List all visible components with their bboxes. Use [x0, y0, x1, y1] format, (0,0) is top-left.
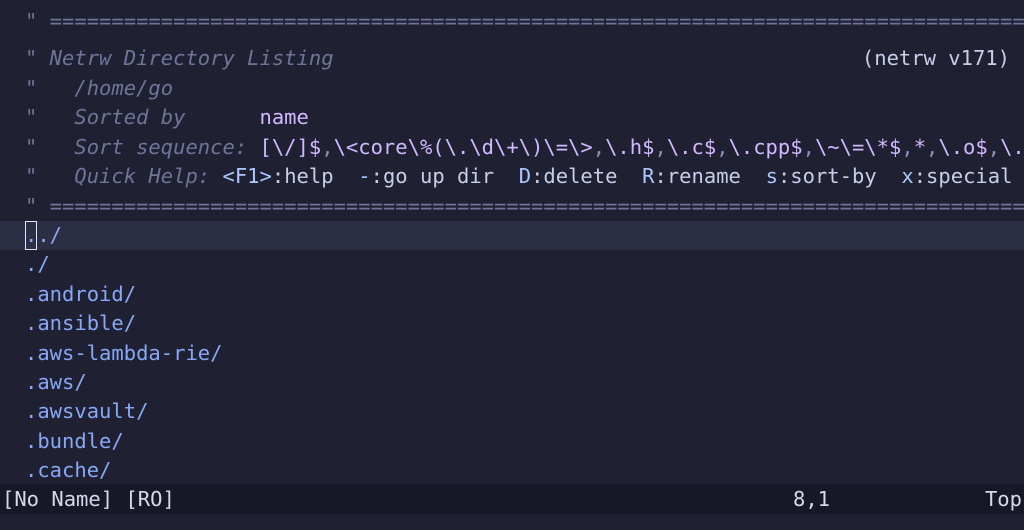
- text-cursor: .: [25, 221, 38, 251]
- banner-sort-sequence-line: " Sort sequence: [\/]$,\<core\%(\.\d\+\)…: [0, 133, 1024, 162]
- cursor-position: 8,1: [793, 487, 831, 511]
- directory-entry-label: .android/: [25, 281, 137, 306]
- statusline: [No Name] [RO] 8,1 Top: [0, 484, 1024, 514]
- banner-rule-bottom: " ======================================…: [25, 193, 1024, 218]
- directory-entry[interactable]: .aws-lambda-rie/: [0, 339, 1024, 368]
- banner-rule-top: " ======================================…: [25, 9, 1024, 33]
- quick-help-key: s: [765, 164, 778, 188]
- directory-entry-label: ./: [25, 252, 50, 277]
- buffer-name: [No Name] [RO]: [2, 487, 175, 511]
- quick-help-desc: :delete: [531, 164, 643, 188]
- banner-path-line: " /home/go: [25, 75, 174, 100]
- quick-help-desc: :help: [271, 164, 359, 188]
- sort-sequence-label: " Sort sequence:: [25, 134, 260, 159]
- directory-entry-label: .awsvault/: [25, 399, 149, 424]
- command-line[interactable]: [0, 514, 1024, 530]
- quick-help-desc: :rename: [654, 164, 766, 188]
- quick-help-key: R: [642, 164, 655, 188]
- quick-help-key: -: [358, 164, 371, 188]
- directory-entry[interactable]: .ansible/: [0, 309, 1024, 338]
- directory-entry[interactable]: .cache/: [0, 456, 1024, 485]
- sorted-by-value: name: [259, 105, 309, 129]
- directory-entry[interactable]: ./: [0, 250, 1024, 279]
- quick-help-key: x: [901, 164, 914, 188]
- sort-sequence-value: [\/]$,\<core\%(\.\d\+\)\=\>,\.h$,\.c$,\.…: [259, 134, 1024, 159]
- current-path: /home/go: [74, 75, 174, 100]
- banner-quick-help-line: " Quick Help: <F1>:help -:go up dir D:de…: [0, 162, 1024, 191]
- directory-entry[interactable]: .awsvault/: [0, 397, 1024, 426]
- quick-help-key: <F1>: [222, 164, 272, 188]
- quick-help-label: " Quick Help:: [25, 164, 223, 188]
- quick-help-key: D: [518, 164, 532, 188]
- scroll-indicator: Top: [984, 487, 1022, 511]
- netrw-version: (netrw v171): [861, 46, 1010, 70]
- directory-entry-label: .ansible/: [25, 311, 137, 336]
- banner-title: " Netrw Directory Listing: [25, 46, 334, 70]
- quick-help-desc: :sort-by: [777, 164, 902, 188]
- directory-entry[interactable]: .aws/: [0, 368, 1024, 397]
- directory-entry[interactable]: .bundle/: [0, 427, 1024, 456]
- directory-entry-label: .bundle/: [25, 428, 124, 453]
- netrw-buffer[interactable]: " ======================================…: [0, 0, 1024, 484]
- quick-help-list: <F1>:help -:go up dir D:delete R:rename …: [222, 164, 1012, 188]
- sorted-by-label: " Sorted by: [25, 105, 260, 129]
- quick-help-desc: :special: [913, 164, 1013, 188]
- banner-sorted-by-line: " Sorted by name: [0, 103, 1024, 132]
- directory-entry-label: .aws/: [25, 370, 87, 394]
- quick-help-desc: :go up dir: [370, 164, 519, 188]
- banner-title-line: " Netrw Directory Listing (netrw v171): [0, 44, 1024, 73]
- directory-entry[interactable]: .android/: [0, 280, 1024, 309]
- directory-entry-label: .cache/: [25, 458, 112, 483]
- directory-entry-label: .aws-lambda-rie/: [25, 340, 223, 365]
- directory-entry[interactable]: ../: [0, 221, 1024, 251]
